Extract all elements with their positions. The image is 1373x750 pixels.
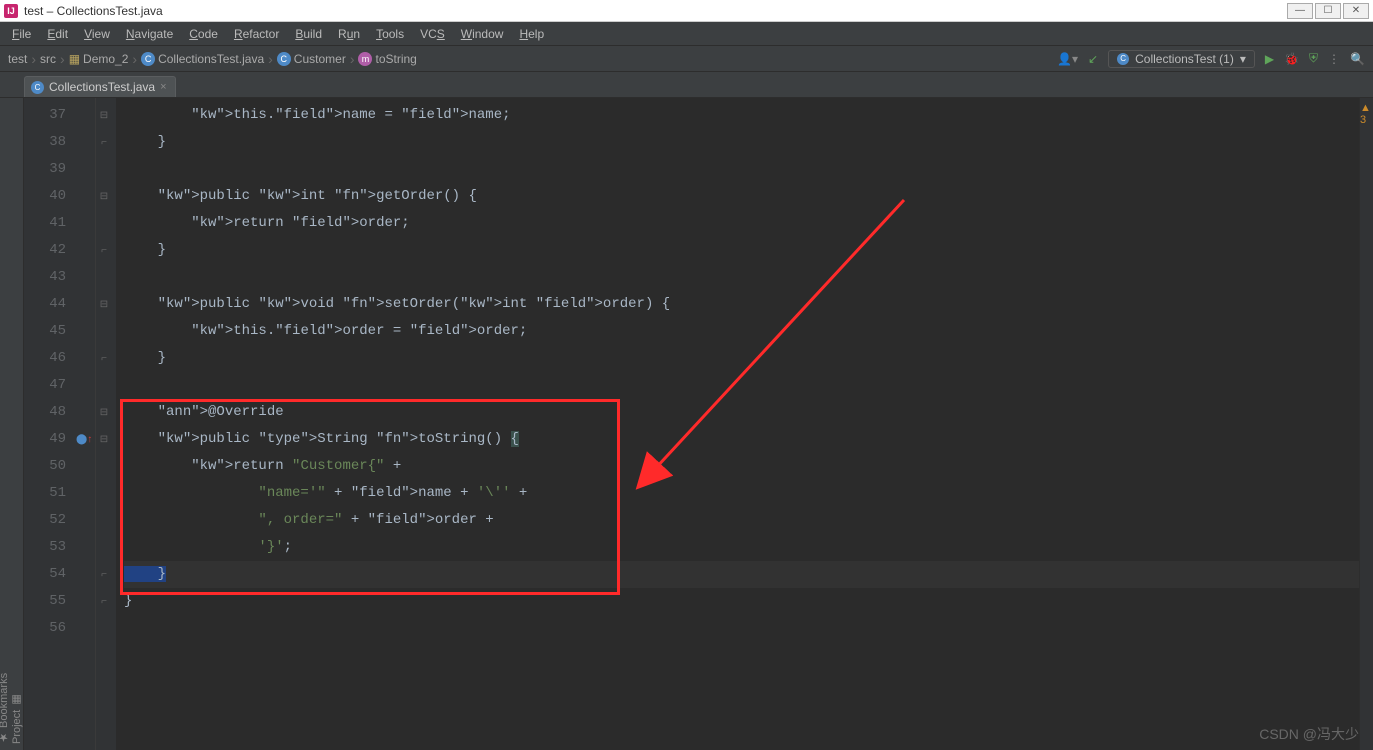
run-config-selector[interactable]: C CollectionsTest (1) ▾ xyxy=(1108,50,1255,68)
close-icon[interactable]: × xyxy=(160,81,166,93)
menu-window[interactable]: Window xyxy=(455,25,510,43)
breadcrumb: test › src › ▦Demo_2 › CCollectionsTest.… xyxy=(8,51,417,67)
menu-vcs[interactable]: VCS xyxy=(414,25,451,43)
menu-help[interactable]: Help xyxy=(513,25,550,43)
window-close-button[interactable]: ✕ xyxy=(1343,3,1369,19)
left-tool-strip: Project ▦ ★ Bookmarks xyxy=(0,98,24,750)
crumb-file[interactable]: CCollectionsTest.java xyxy=(141,52,264,66)
crumb-class[interactable]: CCustomer xyxy=(277,52,346,66)
menu-file[interactable]: File xyxy=(6,25,37,43)
coverage-icon[interactable]: ⛨ xyxy=(1309,51,1318,66)
project-tool-handle[interactable]: Project ▦ xyxy=(10,106,23,750)
editor-main: Project ▦ ★ Bookmarks 373839404142434445… xyxy=(0,98,1373,750)
menu-view[interactable]: View xyxy=(78,25,116,43)
tab-collections-test[interactable]: C CollectionsTest.java × xyxy=(24,76,176,97)
window-title-bar: IJ test – CollectionsTest.java — ☐ ✕ xyxy=(0,0,1373,22)
crumb-project[interactable]: test xyxy=(8,52,27,66)
more-actions-icon[interactable]: ⋮ xyxy=(1328,52,1340,66)
watermark-text: CSDN @冯大少 xyxy=(1259,724,1359,744)
tab-label: CollectionsTest.java xyxy=(49,80,155,94)
warning-count: 3 xyxy=(1360,114,1366,126)
warning-icon: ▲ xyxy=(1360,102,1371,114)
navigation-bar: test › src › ▦Demo_2 › CCollectionsTest.… xyxy=(0,46,1373,72)
bookmarks-tool-handle[interactable]: ★ Bookmarks xyxy=(0,106,10,750)
window-minimize-button[interactable]: — xyxy=(1287,3,1313,19)
window-title: test – CollectionsTest.java xyxy=(24,4,163,18)
menu-build[interactable]: Build xyxy=(289,25,328,43)
debug-button-icon[interactable]: 🐞 xyxy=(1284,52,1299,66)
search-everywhere-icon[interactable]: 🔍 xyxy=(1350,52,1365,66)
crumb-sep-icon: › xyxy=(132,51,137,67)
crumb-sep-icon: › xyxy=(350,51,355,67)
class-icon: C xyxy=(277,52,291,66)
gutter-line-numbers: 3738394041424344454647484950515253545556 xyxy=(24,98,74,750)
warning-indicator[interactable]: ▲ 3 xyxy=(1360,102,1372,126)
class-icon: C xyxy=(141,52,155,66)
crumb-sep-icon: › xyxy=(60,51,65,67)
toolbar-right: 👤▾ ↙ C CollectionsTest (1) ▾ ▶ 🐞 ⛨ ⋮ 🔍 xyxy=(1057,50,1365,68)
class-icon: C xyxy=(1117,53,1129,65)
menu-navigate[interactable]: Navigate xyxy=(120,25,179,43)
menu-code[interactable]: Code xyxy=(183,25,224,43)
editor-tabs: C CollectionsTest.java × xyxy=(0,72,1373,98)
user-icon[interactable]: 👤▾ xyxy=(1057,52,1078,66)
gutter-folds: ⊟⌐⊟⌐⊟⌐⊟⊟⌐⌐ xyxy=(96,98,112,750)
menu-run[interactable]: Run xyxy=(332,25,366,43)
class-icon: C xyxy=(31,81,44,94)
crumb-src[interactable]: src xyxy=(40,52,56,66)
crumb-package[interactable]: ▦Demo_2 xyxy=(69,52,129,66)
method-icon: m xyxy=(358,52,372,66)
crumb-sep-icon: › xyxy=(31,51,36,67)
run-config-label: CollectionsTest (1) xyxy=(1135,52,1234,66)
window-maximize-button[interactable]: ☐ xyxy=(1315,3,1341,19)
chevron-down-icon: ▾ xyxy=(1240,52,1246,66)
main-menu-bar: File Edit View Navigate Code Refactor Bu… xyxy=(0,22,1373,46)
code-text-area[interactable]: "kw">this."field">name = "field">name; }… xyxy=(116,98,1359,750)
editor-right-strip[interactable]: ▲ 3 xyxy=(1359,98,1373,750)
menu-edit[interactable]: Edit xyxy=(41,25,74,43)
app-logo-icon: IJ xyxy=(4,4,18,18)
crumb-method[interactable]: mtoString xyxy=(358,52,416,66)
editor[interactable]: 3738394041424344454647484950515253545556… xyxy=(24,98,1359,750)
run-button-icon[interactable]: ▶ xyxy=(1265,52,1274,66)
vcs-update-icon[interactable]: ↙ xyxy=(1088,52,1098,66)
gutter-markers: ⬤↑ xyxy=(74,98,96,750)
crumb-sep-icon: › xyxy=(268,51,273,67)
menu-tools[interactable]: Tools xyxy=(370,25,410,43)
menu-refactor[interactable]: Refactor xyxy=(228,25,285,43)
